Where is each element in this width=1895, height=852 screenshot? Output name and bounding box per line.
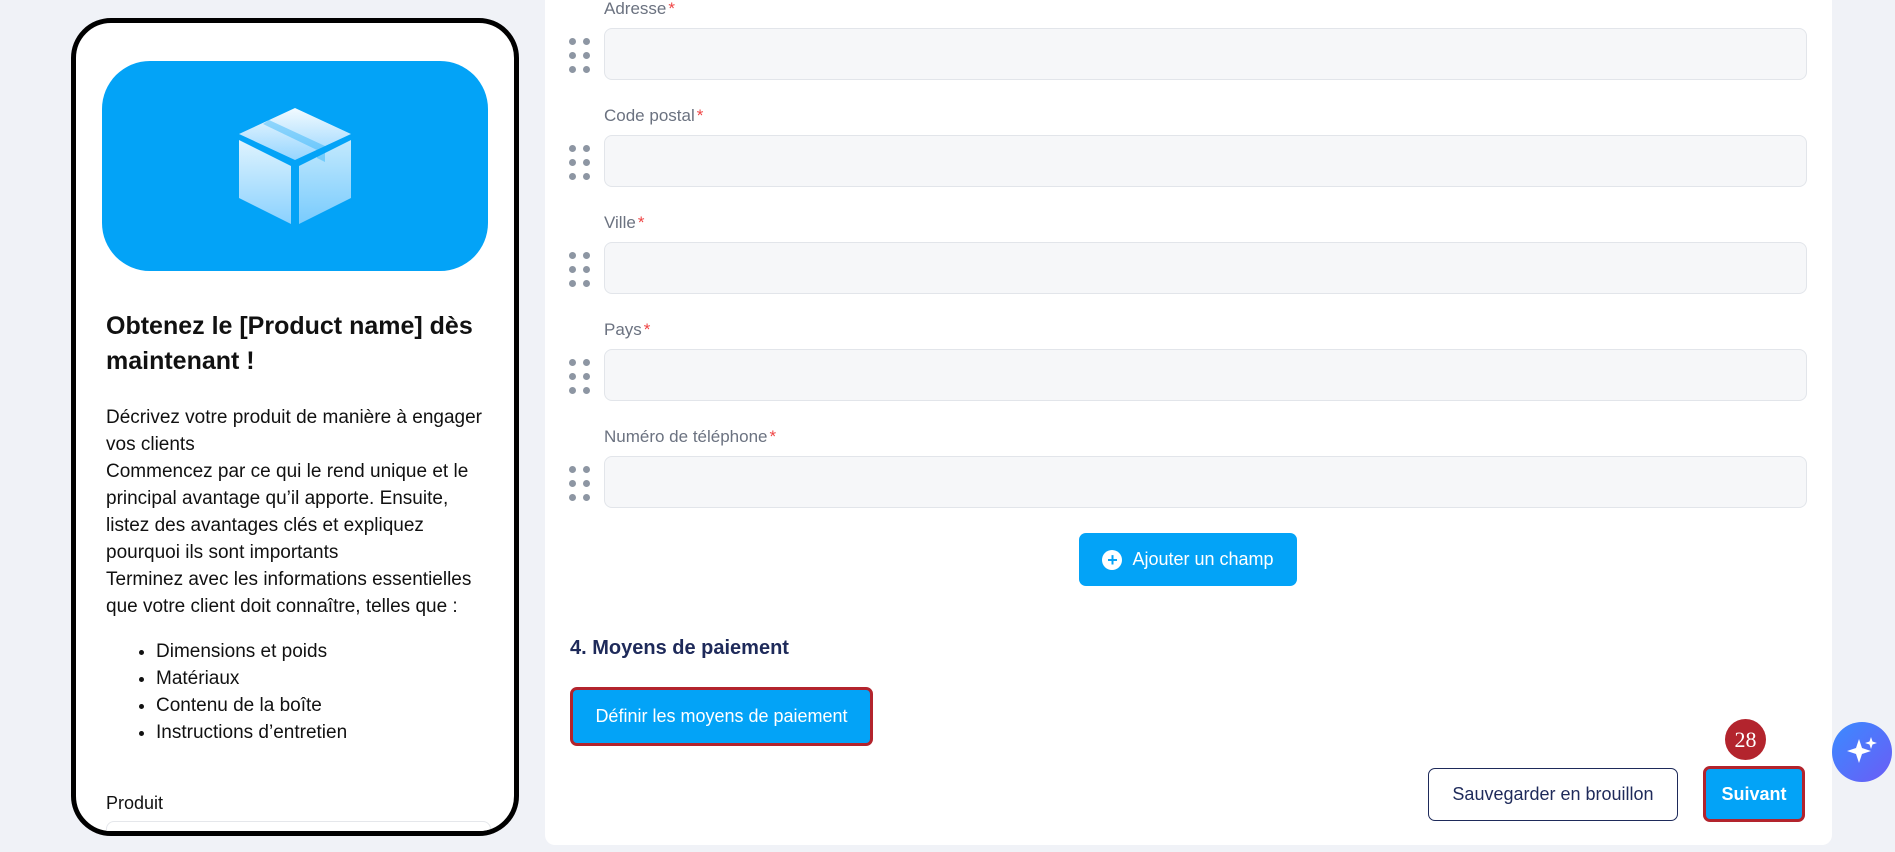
drag-handle-icon[interactable] [569, 359, 590, 395]
mobile-preview: Obtenez le [Product name] dès maintenant… [71, 18, 519, 836]
field-label-code-postal: Code postal * [604, 106, 704, 125]
list-item: Contenu de la boîte [156, 692, 486, 719]
drag-handle-icon[interactable] [569, 466, 590, 502]
add-field-button[interactable]: + Ajouter un champ [1079, 533, 1297, 586]
required-mark: * [643, 320, 651, 339]
step-badge: 28 [1725, 719, 1766, 760]
product-select[interactable] [106, 821, 491, 831]
address-input[interactable] [604, 28, 1807, 80]
field-label-pays: Pays * [604, 320, 651, 339]
section-title-payment: 4. Moyens de paiement [570, 637, 789, 659]
plus-circle-icon: + [1102, 549, 1123, 570]
phone-input[interactable] [604, 456, 1807, 508]
description-line: Décrivez votre produit de manière à enga… [106, 407, 482, 455]
drag-handle-icon[interactable] [569, 252, 590, 288]
required-mark: * [696, 106, 704, 125]
list-item: Dimensions et poids [156, 638, 486, 665]
preview-description: Décrivez votre produit de manière à enga… [106, 404, 496, 620]
product-label: Produit [106, 793, 164, 813]
next-button[interactable]: Suivant [1703, 766, 1805, 822]
preview-bullet-list: Dimensions et poids Matériaux Contenu de… [106, 638, 486, 746]
drag-handle-icon[interactable] [569, 38, 590, 74]
field-label-ville: Ville * [604, 213, 645, 232]
box-icon [239, 108, 351, 224]
description-line: Commencez par ce qui le rend unique et l… [106, 461, 469, 563]
drag-handle-icon[interactable] [569, 145, 590, 181]
save-draft-button[interactable]: Sauvegarder en brouillon [1428, 768, 1678, 821]
city-input[interactable] [604, 242, 1807, 294]
required-mark: * [668, 0, 675, 18]
add-field-label: Ajouter un champ [1132, 549, 1274, 569]
required-mark: * [769, 427, 777, 446]
sparkle-icon [1847, 737, 1877, 763]
define-payment-methods-button[interactable]: Définir les moyens de paiement [570, 687, 873, 746]
preview-title: Obtenez le [Product name] dès maintenant… [106, 312, 473, 375]
required-mark: * [637, 213, 645, 232]
description-line: Terminez avec les informations essentiel… [106, 569, 472, 617]
country-input[interactable] [604, 349, 1807, 401]
field-label-adresse: Adresse * [604, 0, 675, 18]
field-label-telephone: Numéro de téléphone * [604, 427, 777, 446]
list-item: Instructions d’entretien [156, 719, 486, 746]
ai-assistant-button[interactable] [1832, 722, 1892, 782]
list-item: Matériaux [156, 665, 486, 692]
postal-code-input[interactable] [604, 135, 1807, 187]
hero-banner [102, 61, 488, 271]
